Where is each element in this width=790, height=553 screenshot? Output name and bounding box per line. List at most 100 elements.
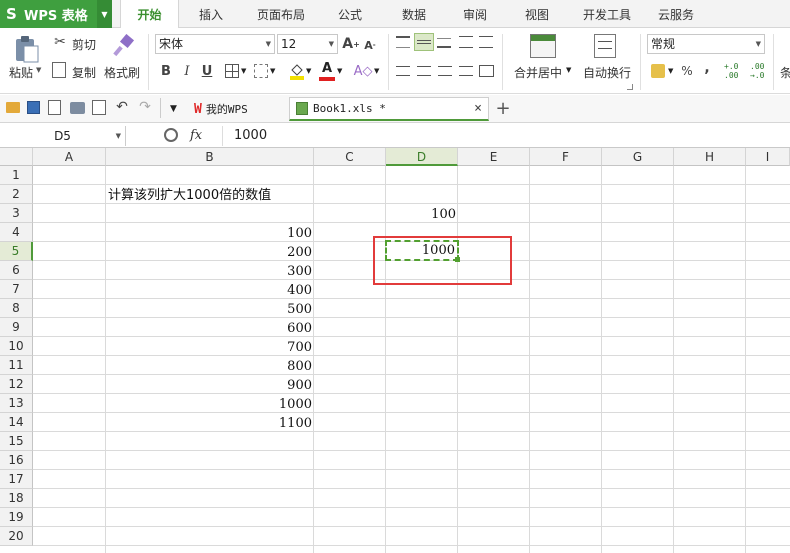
row-header-selected[interactable]: 5 — [0, 242, 33, 261]
app-menu-dropdown-icon[interactable]: ▼ — [97, 0, 112, 28]
worksheet-grid[interactable]: A B C D E F G H I 1 2 3 4 5 6 7 8 9 10 1… — [0, 148, 790, 553]
tab-developer[interactable]: 开发工具 — [574, 0, 640, 28]
font-color-icon[interactable]: A — [319, 61, 335, 81]
align-right-icon[interactable] — [438, 66, 452, 76]
cell-b4[interactable]: 100 — [106, 224, 312, 243]
chevron-down-icon[interactable]: ▼ — [668, 67, 673, 75]
row-header[interactable]: 8 — [0, 299, 33, 318]
font-size-select[interactable]: 12 ▼ — [277, 34, 338, 54]
cell-b9[interactable]: 600 — [106, 319, 312, 338]
name-box[interactable]: D5 ▼ — [0, 126, 126, 146]
tab-book1[interactable]: Book1.xls * × — [289, 97, 489, 121]
row-header[interactable]: 1 — [0, 166, 33, 185]
increase-indent-icon[interactable] — [479, 36, 493, 48]
wrap-text-icon[interactable] — [594, 34, 616, 58]
formula-input[interactable]: 1000 — [234, 126, 784, 146]
copy-button[interactable]: 复制 — [72, 64, 96, 81]
cell-b7[interactable]: 400 — [106, 281, 312, 300]
search-function-icon[interactable] — [164, 128, 178, 142]
print-preview-icon[interactable] — [92, 100, 106, 115]
tab-my-wps[interactable]: W 我的WPS — [188, 97, 288, 121]
column-header-a[interactable]: A — [33, 148, 106, 166]
save-icon[interactable] — [27, 101, 40, 114]
row-header[interactable]: 18 — [0, 489, 33, 508]
align-left-icon[interactable] — [396, 66, 410, 76]
comma-button[interactable]: , — [702, 60, 712, 76]
align-bottom-icon[interactable] — [437, 38, 451, 48]
scissors-icon[interactable]: ✂ — [52, 34, 68, 50]
cell-b8[interactable]: 500 — [106, 300, 312, 319]
row-header[interactable]: 16 — [0, 451, 33, 470]
cell-b14[interactable]: 1100 — [106, 414, 312, 433]
new-tab-icon[interactable]: + — [494, 98, 512, 119]
distributed-align-icon[interactable] — [479, 65, 494, 77]
underline-button[interactable]: U — [199, 63, 215, 79]
number-format-select[interactable]: 常规 ▼ — [647, 34, 765, 54]
cell-b13[interactable]: 1000 — [106, 395, 312, 414]
clear-format-icon[interactable]: A◇ — [354, 62, 373, 80]
row-header[interactable]: 3 — [0, 204, 33, 223]
copy-icon[interactable] — [52, 62, 66, 78]
column-header-g[interactable]: G — [602, 148, 674, 166]
app-menu-button[interactable]: S WPS 表格 ▼ — [0, 0, 112, 28]
borders-icon[interactable] — [225, 64, 239, 78]
wrap-text-button[interactable]: 自动换行 — [583, 64, 631, 81]
currency-icon[interactable] — [651, 64, 665, 78]
cell-d3[interactable]: 100 — [386, 205, 456, 224]
decrease-decimal-button[interactable]: .00 →.0 — [750, 62, 766, 82]
cell-b11[interactable]: 800 — [106, 357, 312, 376]
row-header[interactable]: 12 — [0, 375, 33, 394]
paste-button[interactable]: 粘贴 — [9, 64, 33, 81]
chevron-down-icon[interactable]: ▼ — [374, 67, 379, 75]
tab-formulas[interactable]: 公式 — [322, 0, 378, 28]
export-pdf-icon[interactable] — [48, 100, 61, 115]
format-painter-button[interactable]: 格式刷 — [104, 64, 140, 81]
column-header-f[interactable]: F — [530, 148, 602, 166]
column-header-b[interactable]: B — [106, 148, 314, 166]
chevron-down-icon[interactable]: ▼ — [270, 67, 275, 75]
bold-button[interactable]: B — [158, 63, 174, 79]
tab-review[interactable]: 审阅 — [447, 0, 503, 28]
row-header[interactable]: 19 — [0, 508, 33, 527]
paste-icon[interactable] — [12, 34, 42, 64]
decrease-font-icon[interactable]: A- — [363, 37, 377, 53]
row-header[interactable]: 17 — [0, 470, 33, 489]
cell-style-icon[interactable] — [254, 64, 268, 78]
row-header[interactable]: 6 — [0, 261, 33, 280]
cell-b10[interactable]: 700 — [106, 338, 312, 357]
row-header[interactable]: 10 — [0, 337, 33, 356]
chevron-down-icon[interactable]: ▼ — [306, 67, 311, 75]
fill-color-icon[interactable] — [289, 62, 305, 80]
print-icon[interactable] — [70, 102, 85, 114]
row-header[interactable]: 11 — [0, 356, 33, 375]
chevron-down-icon[interactable]: ▼ — [241, 67, 246, 75]
paste-dropdown-icon[interactable]: ▼ — [36, 66, 41, 74]
conditional-format-button[interactable]: 条 — [780, 64, 790, 81]
select-all-corner[interactable] — [0, 148, 33, 166]
cell-b12[interactable]: 900 — [106, 376, 312, 395]
increase-font-icon[interactable]: A + — [342, 35, 360, 53]
close-tab-icon[interactable]: × — [474, 101, 482, 116]
cell-b5[interactable]: 200 — [106, 243, 312, 262]
tab-home[interactable]: 开始 — [120, 0, 179, 29]
italic-button[interactable]: I — [179, 63, 195, 79]
merge-center-button[interactable]: 合并居中 — [514, 64, 562, 81]
align-center-icon[interactable] — [417, 66, 431, 76]
column-header-h[interactable]: H — [674, 148, 746, 166]
row-header[interactable]: 4 — [0, 223, 33, 242]
tab-insert[interactable]: 插入 — [183, 0, 239, 28]
tab-view[interactable]: 视图 — [509, 0, 565, 28]
column-header-c[interactable]: C — [314, 148, 386, 166]
align-top-icon[interactable] — [396, 36, 410, 48]
cell-b6[interactable]: 300 — [106, 262, 312, 281]
merge-center-icon[interactable] — [530, 34, 556, 58]
row-header[interactable]: 13 — [0, 394, 33, 413]
chevron-down-icon[interactable]: ▼ — [337, 67, 342, 75]
increase-decimal-button[interactable]: +.0 .00 — [724, 62, 740, 82]
percent-button[interactable]: % — [680, 63, 694, 79]
chevron-down-icon[interactable]: ▼ — [566, 66, 571, 74]
column-header-e[interactable]: E — [458, 148, 530, 166]
undo-icon[interactable]: ↶ — [114, 99, 130, 115]
column-header-d[interactable]: D — [386, 148, 458, 166]
tab-data[interactable]: 数据 — [386, 0, 442, 28]
